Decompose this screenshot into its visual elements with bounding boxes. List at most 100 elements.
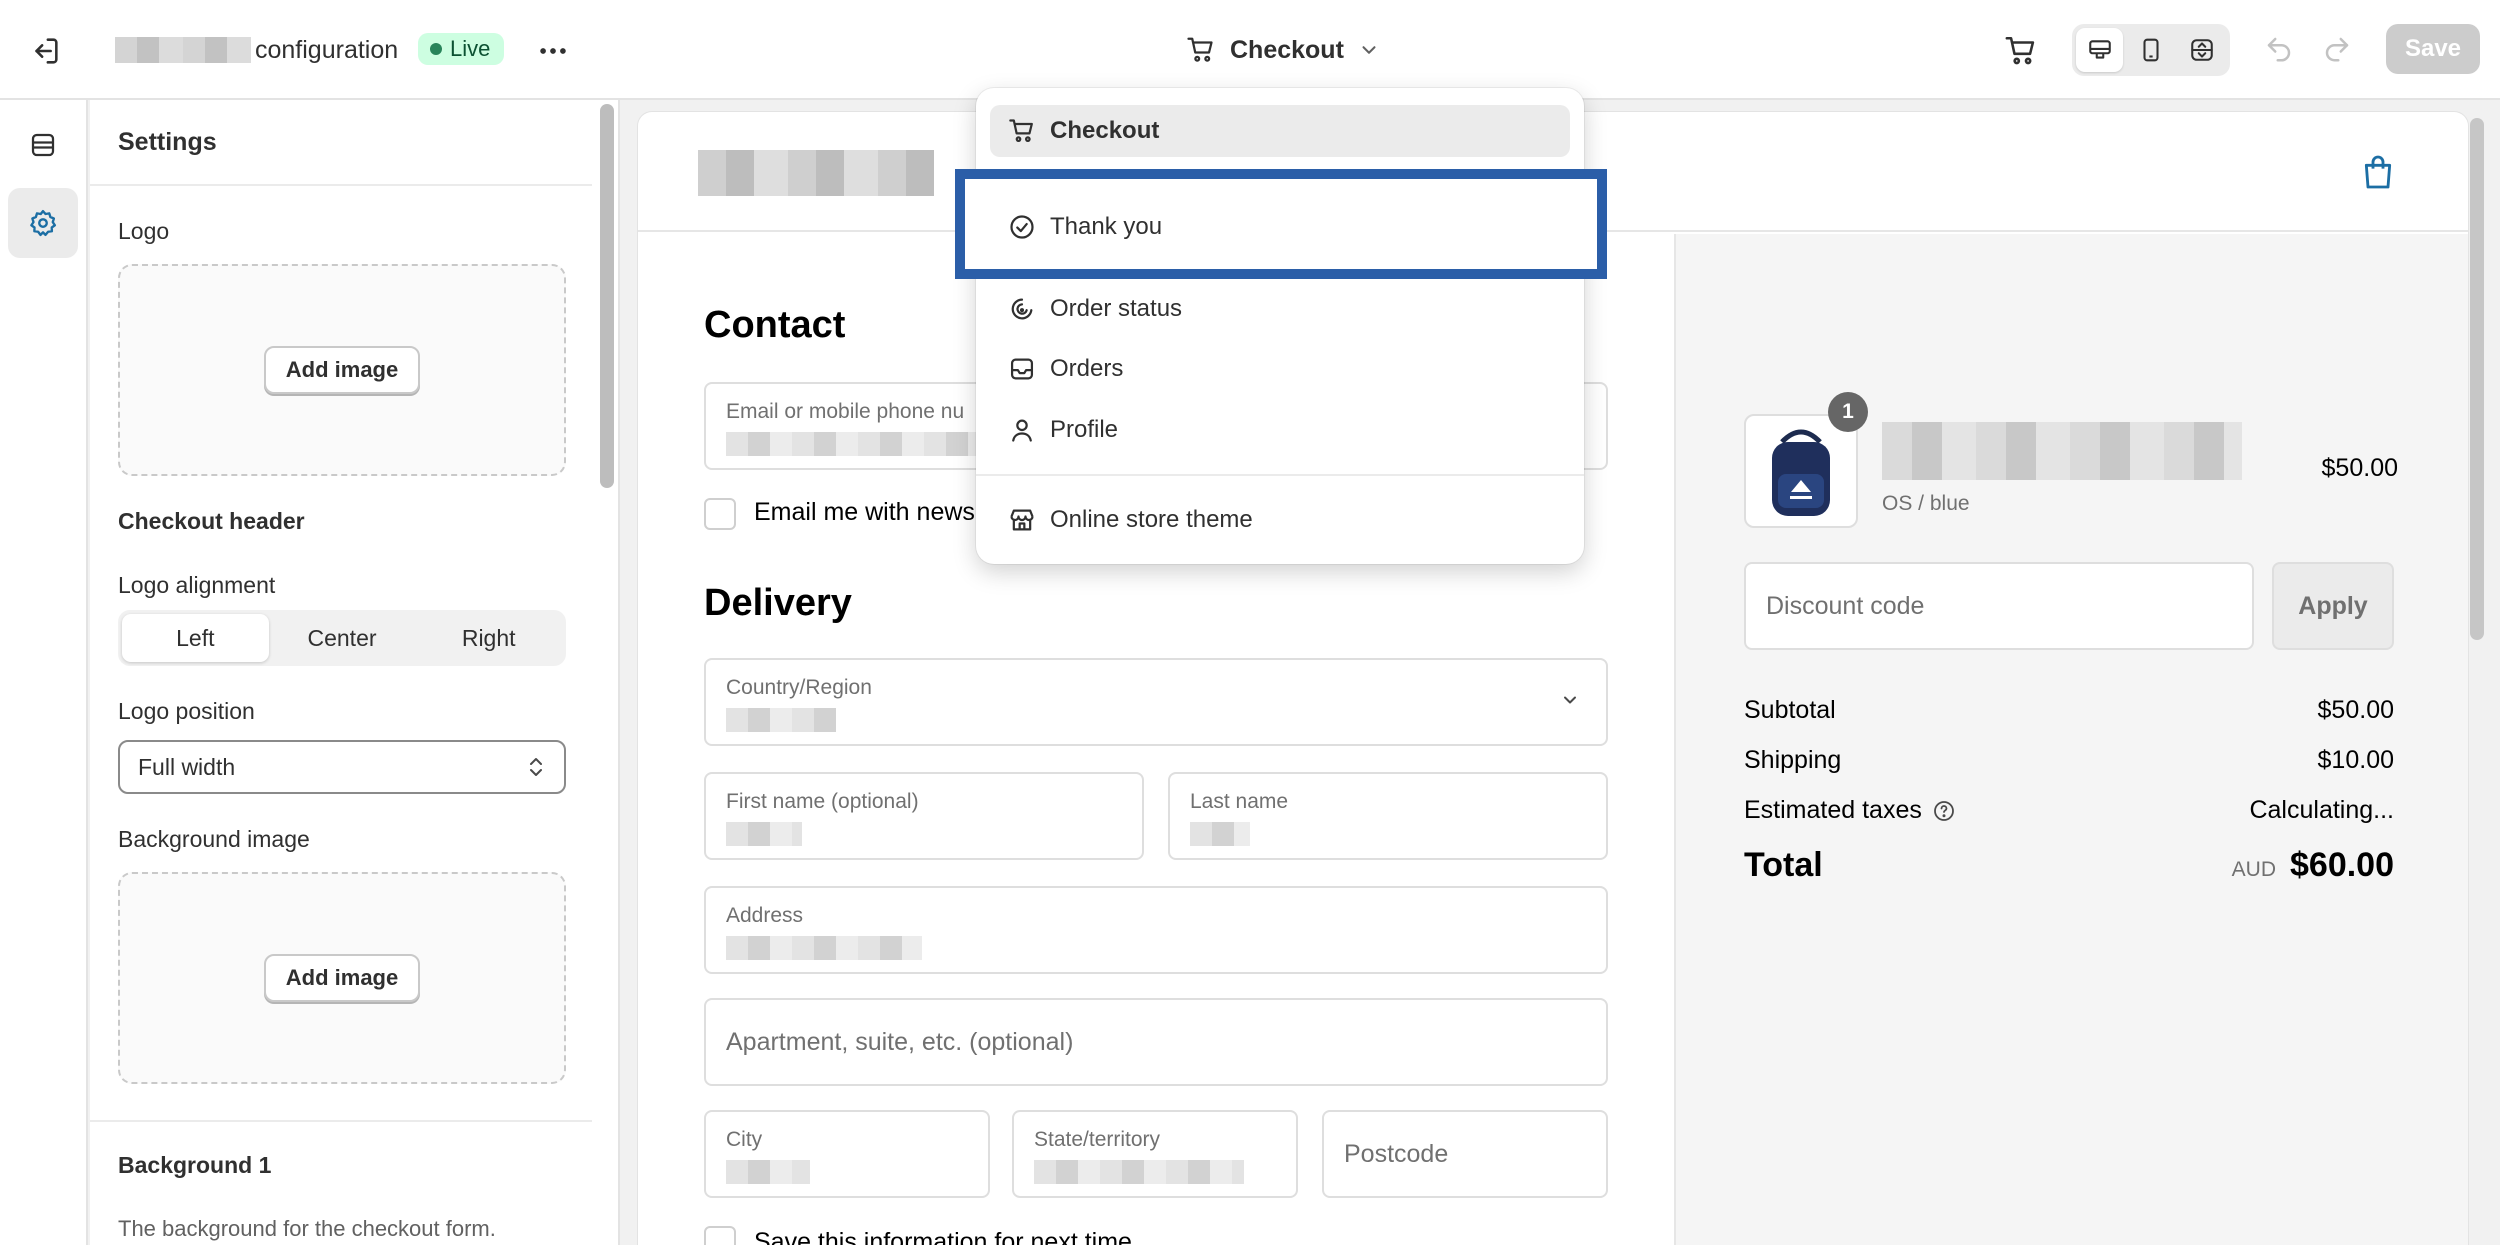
dropdown-item-orders[interactable]: Orders [990, 343, 1570, 395]
dropdown-item-thank-you[interactable]: Thank you [990, 201, 1550, 253]
cart-preview-icon[interactable] [2004, 34, 2038, 68]
dropdown-item-online-store-theme[interactable]: Online store theme [990, 494, 1570, 546]
left-rail [0, 100, 88, 1245]
live-dot-icon [430, 43, 442, 55]
apartment-field[interactable]: Apartment, suite, etc. (optional) [704, 998, 1608, 1086]
redo-icon[interactable] [2322, 34, 2352, 64]
backpack-image [1772, 429, 1830, 516]
postcode-field[interactable]: Postcode [1322, 1110, 1608, 1198]
checkout-header-heading: Checkout header [118, 508, 305, 534]
theme-title: configuration [115, 30, 398, 70]
redacted-last-name [1190, 822, 1250, 846]
address-field[interactable]: Address [704, 886, 1608, 974]
country-select[interactable]: Country/Region [704, 658, 1608, 746]
dropdown-item-label: Online store theme [1050, 506, 1253, 533]
redacted-country [726, 708, 836, 732]
help-circle-icon[interactable] [1932, 799, 1956, 823]
highlight-box: Thank you [955, 169, 1607, 279]
page-selector[interactable]: Checkout [1186, 28, 1380, 72]
background-image-label: Background image [118, 826, 310, 852]
preview-scrollbar[interactable] [2470, 118, 2484, 640]
first-name-label: First name (optional) [726, 790, 919, 813]
newsletter-label: Email me with news [754, 498, 975, 526]
alignment-right-option[interactable]: Right [415, 614, 562, 662]
state-label: State/territory [1034, 1128, 1161, 1151]
more-icon[interactable] [536, 34, 570, 68]
exit-icon[interactable] [28, 34, 62, 68]
desktop-view-button[interactable] [2076, 28, 2124, 72]
dropdown-item-profile[interactable]: Profile [990, 404, 1570, 456]
order-summary: 1 OS / blue $50.00 Discount code Apply S… [1674, 234, 2468, 1245]
shopping-bag-icon[interactable] [2358, 152, 2398, 192]
redacted-city [726, 1160, 810, 1184]
redacted-address [726, 936, 922, 960]
first-name-field[interactable]: First name (optional) [704, 772, 1144, 860]
dropdown-item-label: Thank you [1050, 213, 1163, 240]
editor-app: configuration Live Checkout Save Setting… [0, 0, 2500, 1245]
chevron-down-icon [1560, 690, 1580, 710]
logo-position-select[interactable]: Full width [118, 740, 566, 794]
save-info-checkbox[interactable] [704, 1226, 736, 1245]
page-selector-label: Checkout [1230, 35, 1344, 64]
settings-scrollbar[interactable] [600, 104, 614, 488]
order-status-icon [1008, 295, 1036, 323]
store-icon [1008, 506, 1036, 534]
save-button[interactable]: Save [2386, 24, 2480, 74]
taxes-row: Estimated taxes Calculating... [1744, 796, 2394, 825]
dropdown-item-label: Checkout [1050, 117, 1160, 144]
cart-icon [1008, 117, 1036, 145]
undo-icon[interactable] [2264, 34, 2294, 64]
page-selector-dropdown: Checkout Order status Orders Profile Onl… [976, 88, 1584, 564]
product-price: $50.00 [2321, 454, 2398, 482]
settings-panel: Settings Logo Add image Checkout header … [90, 100, 620, 1245]
alignment-center-option[interactable]: Center [269, 614, 416, 662]
background-description: The background for the checkout form. [118, 1216, 496, 1241]
total-label: Total [1744, 846, 1823, 884]
cart-icon [1186, 35, 1216, 65]
logo-label: Logo [118, 218, 170, 244]
add-logo-image-button[interactable]: Add image [263, 346, 421, 394]
address-label: Address [726, 904, 804, 927]
sections-icon[interactable] [8, 110, 78, 180]
shipping-value: $10.00 [2317, 746, 2394, 774]
device-view-group [2072, 24, 2230, 76]
state-select[interactable]: State/territory [1012, 1110, 1298, 1198]
dropdown-item-order-status[interactable]: Order status [990, 283, 1570, 335]
live-badge: Live [418, 33, 505, 65]
currency-code: AUD [2231, 858, 2276, 881]
email-label: Email or mobile phone nu [726, 400, 965, 423]
discount-code-field[interactable]: Discount code [1744, 562, 2254, 650]
redacted-email [726, 432, 976, 456]
dropdown-divider [976, 474, 1584, 476]
taxes-label: Estimated taxes [1744, 796, 1922, 824]
alignment-left-option[interactable]: Left [122, 614, 269, 662]
select-arrows-icon [526, 755, 546, 779]
live-label: Live [450, 36, 491, 61]
check-circle-icon [1008, 213, 1036, 241]
background-image-dropzone[interactable]: Add image [118, 872, 566, 1084]
country-label: Country/Region [726, 676, 872, 699]
subtotal-value: $50.00 [2317, 696, 2394, 724]
chevron-down-icon [1358, 39, 1380, 61]
contact-heading: Contact [704, 304, 846, 346]
newsletter-checkbox[interactable] [704, 498, 736, 530]
dropdown-item-label: Order status [1050, 295, 1183, 322]
settings-gear-icon[interactable] [8, 188, 78, 258]
dropdown-item-label: Profile [1050, 416, 1119, 443]
mobile-view-button[interactable] [2127, 28, 2174, 72]
last-name-label: Last name [1190, 790, 1289, 813]
last-name-field[interactable]: Last name [1168, 772, 1608, 860]
person-icon [1008, 416, 1036, 444]
apply-button[interactable]: Apply [2272, 562, 2394, 650]
discount-placeholder: Discount code [1766, 591, 1925, 620]
fullscreen-view-button[interactable] [2179, 28, 2226, 72]
city-label: City [726, 1128, 763, 1151]
city-field[interactable]: City [704, 1110, 990, 1198]
logo-dropzone[interactable]: Add image [118, 264, 566, 476]
redacted-product-name [1882, 422, 2242, 480]
quantity-badge: 1 [1828, 392, 1868, 432]
shipping-label: Shipping [1744, 746, 1842, 774]
dropdown-item-checkout[interactable]: Checkout [990, 105, 1570, 157]
logo-alignment-segmented: Left Center Right [118, 610, 566, 666]
add-background-image-button[interactable]: Add image [263, 954, 421, 1002]
